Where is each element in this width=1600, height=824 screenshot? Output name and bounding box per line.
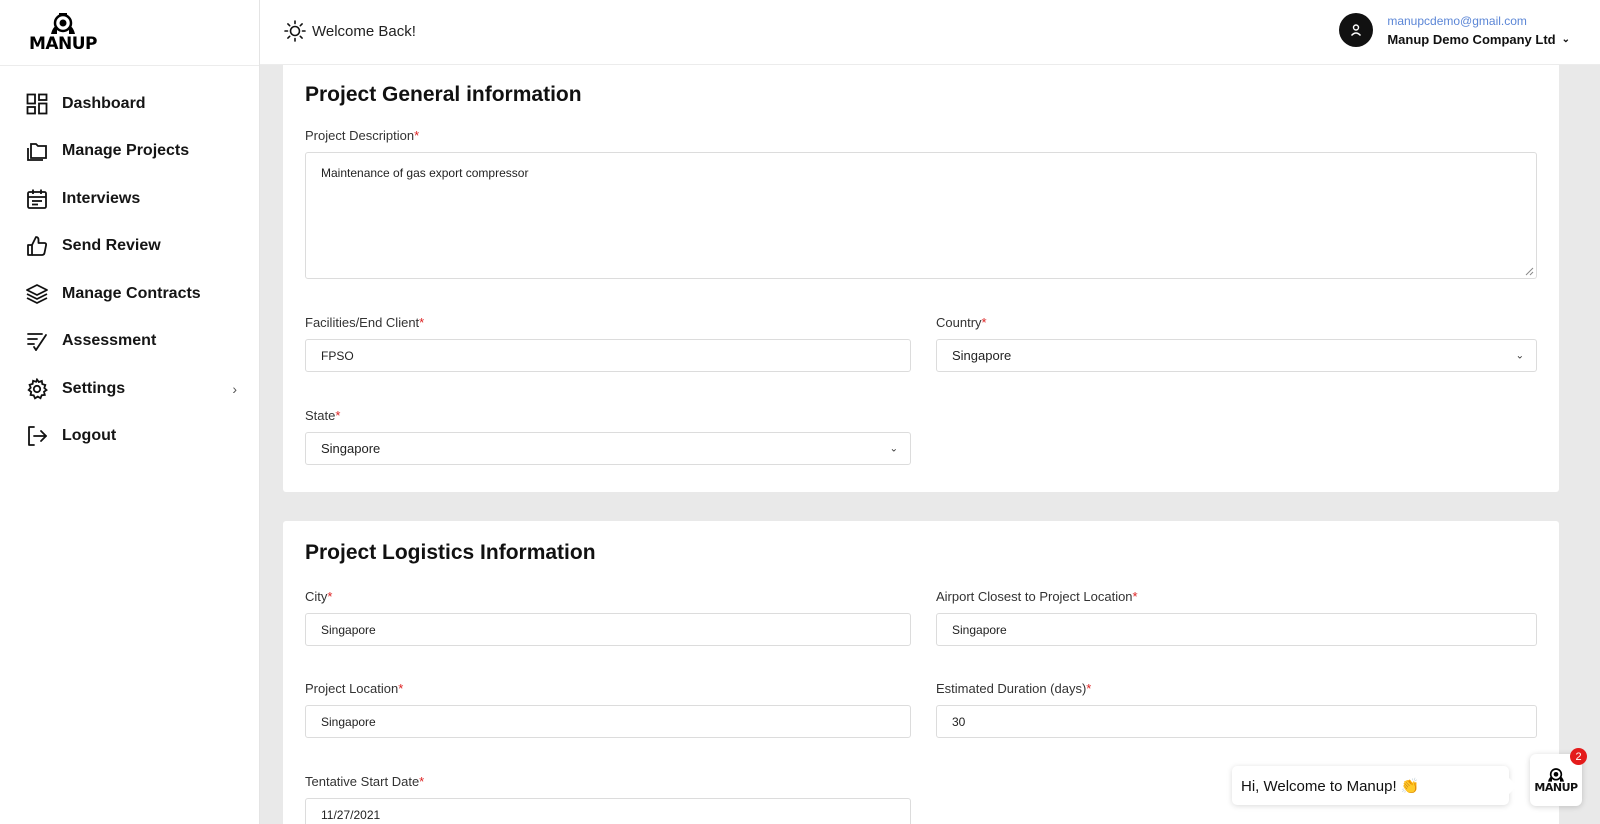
- general-info-card: Project General information Project Desc…: [283, 65, 1559, 492]
- sidebar-item-manage-contracts[interactable]: Manage Contracts: [0, 270, 259, 318]
- required-mark: *: [335, 408, 341, 423]
- user-email: manupcdemo@gmail.com: [1387, 13, 1527, 28]
- airport-value: Singapore: [952, 622, 1007, 637]
- logout-icon: [25, 424, 49, 448]
- welcome-text: Welcome Back!: [312, 22, 416, 40]
- duration-input[interactable]: 30: [936, 705, 1537, 738]
- description-label-text: Project Description: [305, 128, 415, 143]
- airport-label: Airport Closest to Project Location*: [936, 589, 1138, 604]
- country-value: Singapore: [952, 348, 1012, 363]
- state-select[interactable]: Singapore ⌄: [305, 432, 911, 465]
- sidebar-item-label: Interviews: [62, 189, 141, 207]
- sidebar-item-settings[interactable]: Settings ›: [0, 365, 259, 413]
- dashboard-grid-icon: [25, 92, 49, 116]
- start-date-input[interactable]: 11/27/2021: [305, 798, 911, 824]
- city-input[interactable]: Singapore: [305, 613, 911, 646]
- sidebar-item-dashboard[interactable]: Dashboard: [0, 80, 259, 128]
- manup-logo-icon: [51, 12, 75, 34]
- facilities-value: FPSO: [321, 348, 354, 363]
- state-label: State*: [305, 408, 340, 423]
- layers-icon: [25, 282, 49, 306]
- required-mark: *: [327, 589, 333, 604]
- brand-logo[interactable]: MANUP: [0, 0, 259, 66]
- description-label: Project Description*: [305, 128, 419, 143]
- sidebar-item-label: Assessment: [62, 332, 157, 350]
- checklist-icon: [25, 329, 49, 353]
- avatar[interactable]: [1339, 13, 1374, 47]
- required-mark: *: [1132, 589, 1138, 604]
- sidebar-item-interviews[interactable]: Interviews: [0, 175, 259, 223]
- sidebar-item-send-review[interactable]: Send Review: [0, 223, 259, 271]
- facilities-label-text: Facilities/End Client: [305, 315, 420, 330]
- sidebar-item-label: Manage Contracts: [62, 284, 201, 302]
- duration-label-text: Estimated Duration (days): [936, 681, 1087, 696]
- facilities-input[interactable]: FPSO: [305, 339, 911, 372]
- chevron-down-icon: ⌄: [1561, 33, 1570, 45]
- section-title-logistics: Project Logistics Information: [305, 541, 596, 564]
- required-mark: *: [981, 315, 987, 330]
- project-location-input[interactable]: Singapore: [305, 705, 911, 738]
- duration-label: Estimated Duration (days)*: [936, 681, 1091, 696]
- sidebar-item-label: Settings: [62, 379, 126, 397]
- airport-label-text: Airport Closest to Project Location: [936, 589, 1133, 604]
- location-label-text: Project Location: [305, 681, 399, 696]
- country-select[interactable]: Singapore ⌄: [936, 339, 1537, 372]
- sun-icon[interactable]: [284, 20, 306, 42]
- sidebar-item-label: Manage Projects: [62, 142, 190, 160]
- required-mark: *: [414, 128, 420, 143]
- required-mark: *: [1086, 681, 1092, 696]
- required-mark: *: [398, 681, 404, 696]
- top-header: Welcome Back! manupcdemo@gmail.com Manup…: [260, 0, 1600, 65]
- description-value: Maintenance of gas export compressor: [321, 166, 529, 180]
- city-label: City*: [305, 589, 332, 604]
- required-mark: *: [419, 315, 425, 330]
- city-value: Singapore: [321, 622, 376, 637]
- user-menu[interactable]: manupcdemo@gmail.com Manup Demo Company …: [1339, 13, 1570, 47]
- sidebar-nav: Dashboard Manage Projects Interviews Sen…: [0, 66, 259, 460]
- brand-name: MANUP: [28, 33, 98, 54]
- project-location-value: Singapore: [321, 714, 376, 729]
- state-label-text: State: [305, 408, 336, 423]
- sidebar-item-label: Send Review: [62, 237, 161, 255]
- airport-input[interactable]: Singapore: [936, 613, 1537, 646]
- sidebar-item-assessment[interactable]: Assessment: [0, 318, 259, 366]
- country-label: Country*: [936, 315, 987, 330]
- chevron-right-icon: ›: [232, 380, 237, 397]
- sidebar-item-label: Logout: [62, 427, 117, 445]
- welcome-message: Welcome Back!: [284, 20, 416, 42]
- main-content: Project General information Project Desc…: [260, 65, 1600, 824]
- notification-badge: 2: [1570, 748, 1587, 765]
- chat-greeting-bubble[interactable]: Hi, Welcome to Manup! 👏: [1232, 766, 1517, 805]
- start-date-label-text: Tentative Start Date: [305, 774, 420, 789]
- location-label: Project Location*: [305, 681, 403, 696]
- description-textarea[interactable]: Maintenance of gas export compressor: [305, 152, 1537, 279]
- company-selector[interactable]: Manup Demo Company Ltd ⌄: [1387, 32, 1570, 47]
- chat-greeting-text: Hi, Welcome to Manup! 👏: [1241, 777, 1420, 795]
- section-title-general: Project General information: [305, 83, 582, 106]
- required-mark: *: [419, 774, 425, 789]
- start-date-label: Tentative Start Date*: [305, 774, 424, 789]
- city-label-text: City: [305, 589, 328, 604]
- calendar-icon: [25, 187, 49, 211]
- state-value: Singapore: [321, 441, 381, 456]
- user-icon: [1351, 24, 1362, 36]
- sidebar-item-manage-projects[interactable]: Manage Projects: [0, 128, 259, 176]
- chevron-down-icon: ⌄: [889, 443, 898, 454]
- company-name: Manup Demo Company Ltd: [1387, 31, 1556, 47]
- sidebar-item-label: Dashboard: [62, 94, 146, 112]
- gear-icon: [25, 377, 49, 401]
- thumbs-up-icon: [25, 234, 49, 258]
- facilities-label: Facilities/End Client*: [305, 315, 424, 330]
- sidebar-item-logout[interactable]: Logout: [0, 413, 259, 461]
- chevron-down-icon: ⌄: [1515, 350, 1524, 361]
- chat-launcher-text: MANUP: [1534, 780, 1578, 794]
- resize-grip-icon[interactable]: [1525, 267, 1534, 276]
- folders-icon: [25, 139, 49, 163]
- country-label-text: Country: [936, 315, 982, 330]
- start-date-value: 11/27/2021: [321, 807, 381, 822]
- sidebar: MANUP Dashboard Manage Projects Intervie…: [0, 0, 260, 824]
- duration-value: 30: [952, 714, 966, 729]
